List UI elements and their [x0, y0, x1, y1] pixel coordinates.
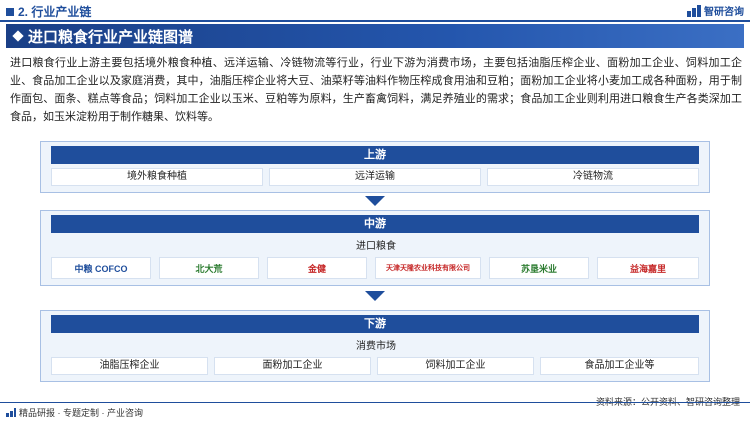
page-title: 进口粮食行业产业链图谱 — [28, 28, 194, 46]
upstream-item: 冷链物流 — [487, 168, 699, 186]
logo-text: 金健 — [307, 263, 326, 274]
downstream-item: 食品加工企业等 — [540, 357, 699, 375]
downstream-title: 下游 — [51, 315, 699, 333]
logo-text: 苏垦米业 — [520, 263, 557, 274]
section-title-text: 2. 行业产业链 — [18, 5, 92, 19]
top-bar: 2. 行业产业链 智研咨询 — [0, 0, 750, 22]
footer-tagline: 精品研报 · 专题定制 · 产业咨询 — [6, 406, 143, 419]
company-logo-yihai: 益海嘉里 — [597, 257, 699, 279]
brand: 智研咨询 — [687, 3, 744, 18]
footer-divider — [0, 402, 750, 403]
downstream-item: 饲料加工企业 — [377, 357, 534, 375]
title-banner: 进口粮食行业产业链图谱 — [6, 24, 744, 48]
down-arrow-icon — [365, 196, 385, 206]
brand-name: 智研咨询 — [704, 7, 744, 18]
footer-text: 精品研报 · 专题定制 · 产业咨询 — [19, 408, 143, 418]
divider — [0, 20, 750, 22]
intro-paragraph: 进口粮食行业上游主要包括境外粮食种植、远洋运输、冷链物流等行业，行业下游为消费市… — [10, 57, 742, 123]
downstream-item: 油脂压榨企业 — [51, 357, 208, 375]
downstream-label: 消费市场 — [356, 341, 396, 352]
down-arrow-icon — [365, 291, 385, 301]
upstream-title: 上游 — [51, 146, 699, 164]
logo-text: 益海嘉里 — [629, 263, 666, 274]
company-logo-jinjian: 金健 — [267, 257, 367, 279]
logo-text: 中粮 COFCO — [74, 263, 128, 274]
diamond-icon — [12, 30, 24, 42]
company-logo-cofco: 中粮 COFCO — [51, 257, 151, 279]
company-logo-tianlong: 天津天隆农业科技有限公司 — [375, 257, 481, 279]
upstream-panel: 上游 境外粮食种植 远洋运输 冷链物流 — [40, 141, 710, 193]
section-title: 2. 行业产业链 — [6, 3, 91, 20]
brand-logo-icon — [687, 4, 701, 17]
company-logo-beidahuang: 北大荒 — [159, 257, 259, 279]
company-logo-suken: 苏垦米业 — [489, 257, 589, 279]
square-icon — [6, 7, 14, 16]
midstream-panel: 中游 进口粮食 中粮 COFCO 北大荒 金健 天津天隆农业科技有限公司 苏垦米… — [40, 210, 710, 286]
upstream-item: 境外粮食种植 — [51, 168, 263, 186]
upstream-item: 远洋运输 — [269, 168, 481, 186]
logo-text: 北大荒 — [195, 263, 223, 274]
footer-logo-icon — [6, 408, 16, 417]
downstream-panel: 下游 消费市场 油脂压榨企业 面粉加工企业 饲料加工企业 食品加工企业等 — [40, 310, 710, 382]
logo-text: 天津天隆农业科技有限公司 — [386, 265, 470, 272]
downstream-item: 面粉加工企业 — [214, 357, 371, 375]
midstream-label: 进口粮食 — [356, 241, 396, 252]
midstream-title: 中游 — [51, 215, 699, 233]
